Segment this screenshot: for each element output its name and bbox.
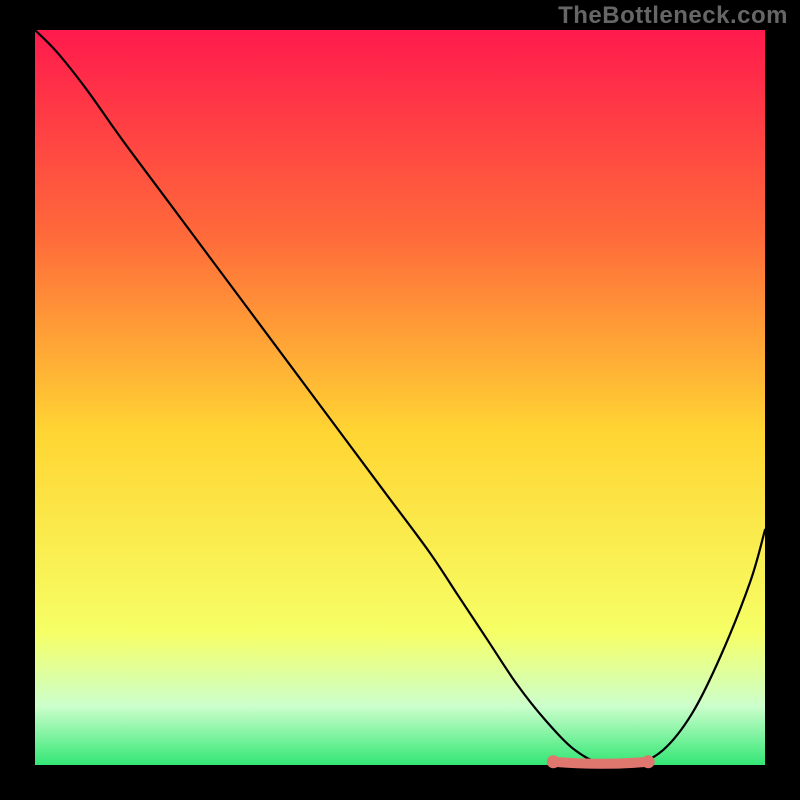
- gradient-background: [35, 30, 765, 765]
- chart-frame: { "watermark": "TheBottleneck.com", "col…: [0, 0, 800, 800]
- watermark-text: TheBottleneck.com: [558, 2, 788, 30]
- valley-highlight-segment: [553, 762, 648, 764]
- bottleneck-chart: [0, 0, 800, 800]
- valley-highlight-dot-left: [547, 755, 560, 768]
- valley-highlight-dot-right: [642, 755, 655, 768]
